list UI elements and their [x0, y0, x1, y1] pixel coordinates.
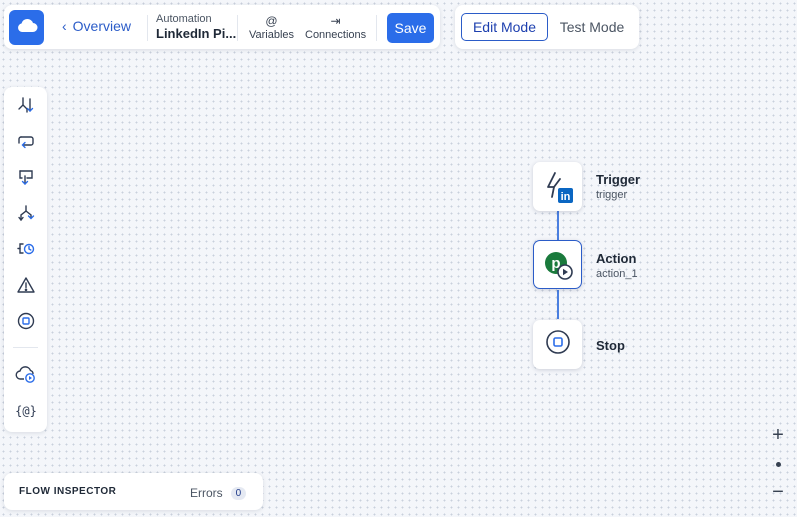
edit-mode-button[interactable]: Edit Mode [461, 13, 548, 41]
errors-count-badge: 0 [230, 486, 247, 500]
trigger-node-title: Trigger [596, 172, 641, 187]
split-icon [16, 203, 36, 228]
flow-inspector-title: FLOW INSPECTOR [19, 486, 117, 497]
zoom-reset-button[interactable] [769, 455, 787, 473]
automation-title: LinkedIn Pi... [156, 26, 237, 41]
at-icon: @ [265, 14, 278, 28]
linkedin-trigger-icon: in [541, 170, 575, 204]
step-toolbar: {@} [4, 87, 47, 432]
zoom-in-button[interactable]: + [769, 424, 787, 446]
branch-icon [16, 95, 36, 120]
back-link-label: Overview [72, 18, 132, 34]
linkedin-badge: in [560, 191, 570, 203]
test-mode-button[interactable]: Test Mode [551, 13, 633, 41]
action-node-title: Action [596, 251, 637, 266]
breadcrumb-label: Automation [156, 13, 212, 25]
cloud-run-icon [15, 364, 37, 389]
errors-label: Errors [190, 486, 223, 500]
wait-icon [16, 239, 36, 264]
trigger-node[interactable]: in [533, 162, 582, 211]
add-return-button[interactable] [14, 167, 38, 191]
chevron-left-icon: ‹ [62, 18, 67, 34]
variables-label: Variables [249, 29, 295, 41]
return-icon [16, 167, 36, 192]
add-split-button[interactable] [14, 203, 38, 227]
run-flow-button[interactable] [14, 364, 38, 388]
add-stop-button[interactable] [14, 311, 38, 335]
top-bar: ‹ Overview Automation LinkedIn Pi... @ V… [4, 5, 440, 49]
warning-icon [16, 275, 36, 300]
mode-toggle: Edit Mode Test Mode [455, 5, 639, 49]
home-button[interactable] [9, 10, 44, 45]
flow-inspector[interactable]: FLOW INSPECTOR Errors 0 [4, 473, 263, 510]
loop-icon [16, 131, 36, 156]
add-wait-button[interactable] [14, 239, 38, 263]
stop-node-title: Stop [596, 338, 625, 353]
action-node-subtitle: action_1 [596, 268, 638, 280]
variable-icon[interactable]: {@} [14, 399, 38, 423]
pipedrive-action-icon: p [541, 248, 575, 282]
add-error-handler-button[interactable] [14, 275, 38, 299]
toolbar-divider [13, 347, 38, 348]
add-branch-button[interactable] [14, 95, 38, 119]
connections-label: Connections [305, 29, 367, 41]
action-node[interactable]: p [533, 240, 582, 289]
save-button[interactable]: Save [387, 13, 434, 43]
stop-node[interactable] [533, 320, 582, 369]
stop-icon [16, 311, 36, 336]
flow-connector [557, 211, 559, 240]
flow-connector [557, 290, 559, 319]
divider [147, 15, 148, 41]
back-to-overview-link[interactable]: ‹ Overview [62, 18, 131, 34]
zoom-out-button[interactable]: − [769, 481, 787, 503]
add-loop-button[interactable] [14, 131, 38, 155]
cloud-icon [16, 17, 38, 38]
errors-tab[interactable]: Errors 0 [190, 486, 247, 500]
connections-icon: ⇥ [330, 14, 341, 28]
divider [376, 15, 377, 41]
divider [237, 15, 238, 41]
variables-button[interactable]: @ Variables [249, 13, 294, 41]
stop-icon [545, 329, 571, 360]
connections-button[interactable]: ⇥ Connections [305, 13, 366, 41]
dot-icon [775, 461, 781, 467]
trigger-node-subtitle: trigger [596, 189, 628, 201]
